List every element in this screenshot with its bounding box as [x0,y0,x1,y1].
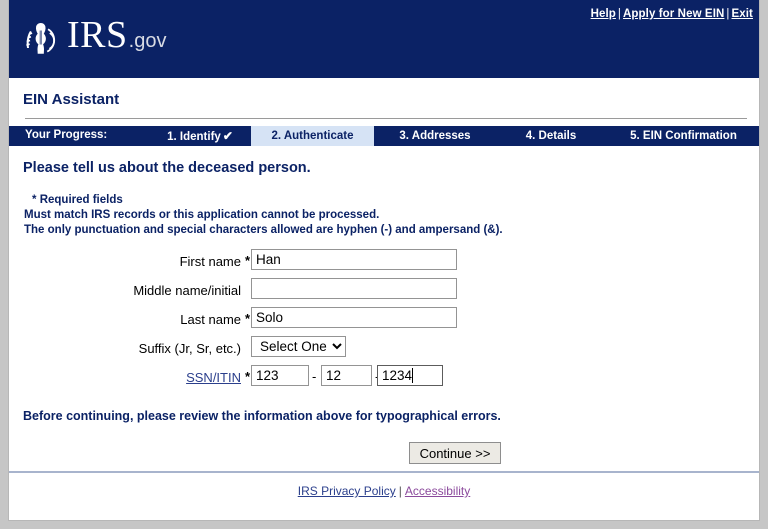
app-title-bar: EIN Assistant [9,78,759,126]
last-name-input[interactable] [251,307,457,328]
required-asterisk: * [32,194,37,206]
progress-bar: Your Progress: 1. Identify ✔ 2. Authentic… [9,126,759,146]
first-name-input[interactable] [251,249,457,270]
progress-step-ein-confirmation-label: 5. EIN Confirmation [630,130,737,142]
footer-divider [9,471,759,473]
link-separator-2: | [726,8,730,20]
deceased-person-form: First name * Middle name/initial Last na… [9,249,759,394]
progress-step-addresses-label: 3. Addresses [399,130,471,142]
progress-step-addresses[interactable]: 3. Addresses [374,126,496,146]
page-container: Help | Apply for New EIN | Exit IRS .gov… [8,0,760,521]
last-name-required-marker: * [245,311,251,326]
continue-button[interactable]: Continue >> [409,442,501,464]
utility-links: Help | Apply for New EIN | Exit [591,8,753,20]
form-instructions: * Required fields Must match IRS records… [24,193,503,238]
form-row-first-name: First name * [9,249,759,278]
content-heading: Please tell us about the deceased person… [23,160,311,176]
ssn-part2-input[interactable] [321,365,372,386]
help-link[interactable]: Help [591,8,616,20]
required-fields-note: * Required fields [24,193,503,208]
first-name-required-marker: * [245,253,251,268]
first-name-label: First name [179,254,241,269]
irs-logo[interactable]: IRS .gov [21,16,166,60]
form-row-last-name: Last name * [9,307,759,336]
footer: IRS Privacy Policy | Accessibility [9,484,759,498]
ssn-label: SSN/ITIN [9,370,241,385]
page-title: EIN Assistant [23,91,120,108]
ssn-part3-input[interactable] [377,365,443,386]
link-separator-1: | [617,8,622,20]
ssn-separator-1: - [312,369,317,384]
instruction-line-2: Must match IRS records or this applicati… [24,209,380,221]
footer-separator: | [398,484,402,498]
suffix-label: Suffix (Jr, Sr, etc.) [138,341,241,356]
progress-step-identify[interactable]: 1. Identify ✔ [149,126,251,146]
progress-label: Your Progress: [25,129,108,141]
middle-name-input[interactable] [251,278,457,299]
form-row-suffix: Suffix (Jr, Sr, etc.) Select One [9,336,759,365]
form-row-ssn: SSN/ITIN * - - [9,365,759,394]
progress-step-ein-confirmation[interactable]: 5. EIN Confirmation [606,126,759,146]
form-row-middle-name: Middle name/initial [9,278,759,307]
suffix-select[interactable]: Select One [251,336,346,357]
progress-step-authenticate-label: 2. Authenticate [271,130,354,142]
middle-name-label: Middle name/initial [133,283,241,298]
apply-new-ein-link[interactable]: Apply for New EIN [623,8,724,20]
progress-step-identify-label: 1. Identify [167,131,221,143]
irs-privacy-policy-link[interactable]: IRS Privacy Policy [298,484,396,498]
progress-step-authenticate[interactable]: 2. Authenticate [251,126,374,146]
exit-link[interactable]: Exit [732,8,754,20]
ssn-part1-input[interactable] [251,365,309,386]
logo-gov-text: .gov [128,30,167,52]
accessibility-link[interactable]: Accessibility [405,484,470,498]
text-cursor [412,368,413,383]
title-divider [25,118,747,119]
site-masthead: Help | Apply for New EIN | Exit IRS .gov [9,0,759,78]
progress-step-details[interactable]: 4. Details [496,126,606,146]
ssn-itin-link[interactable]: SSN/ITIN [186,370,241,385]
required-fields-label: Required fields [39,194,123,206]
progress-step-details-label: 4. Details [525,130,577,142]
irs-seal-icon [26,23,56,54]
last-name-label: Last name [180,312,241,327]
logo-irs-text: IRS [67,14,128,56]
check-icon: ✔ [222,129,233,143]
review-reminder: Before continuing, please review the inf… [23,409,501,423]
ssn-required-marker: * [245,369,251,384]
instruction-line-3: The only punctuation and special charact… [24,224,503,236]
